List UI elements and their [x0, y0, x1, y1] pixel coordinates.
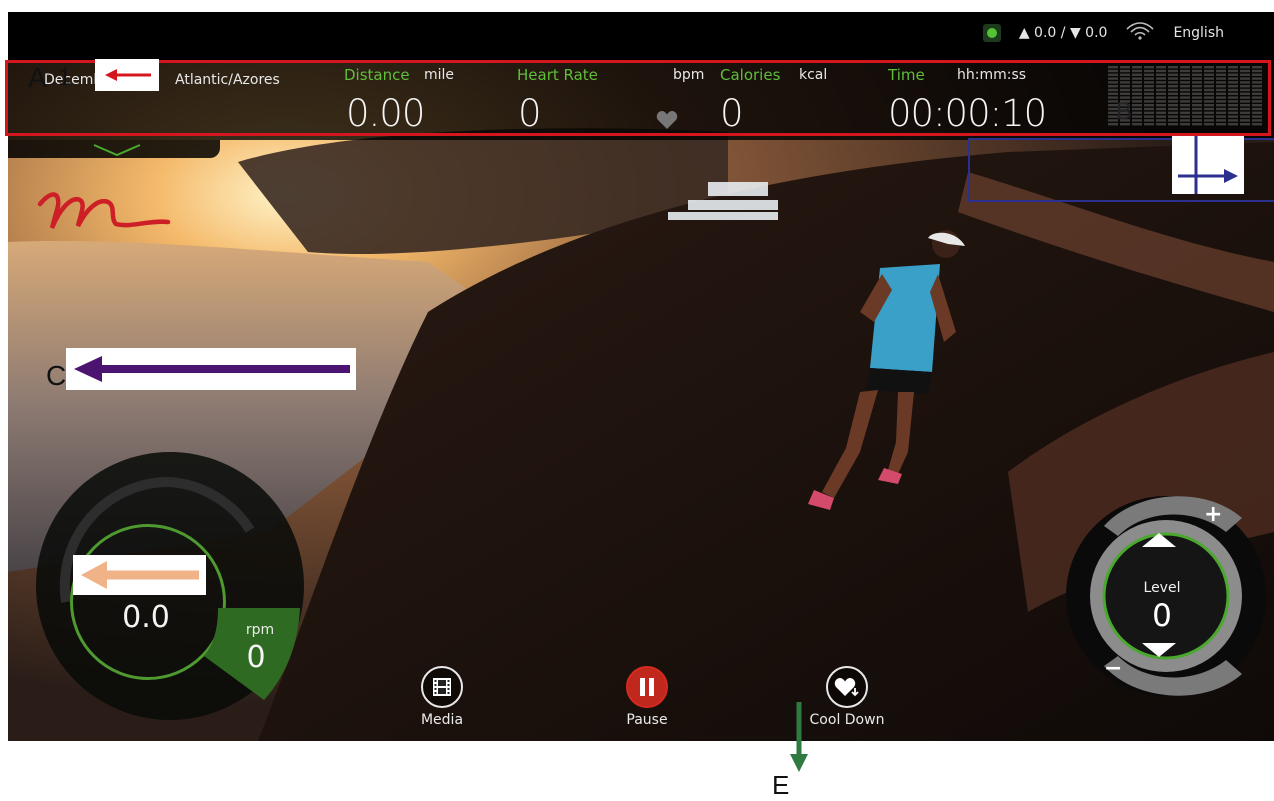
level-plus-button[interactable]: +	[1204, 502, 1222, 527]
logo-icon	[36, 182, 172, 236]
region-a-highlight	[5, 60, 1271, 136]
level-up-arrow-icon[interactable]	[1142, 532, 1176, 551]
level-down-arrow-icon[interactable]	[1142, 642, 1176, 661]
heart-arrow-icon	[826, 666, 868, 708]
arrow-right-icon	[1178, 136, 1238, 194]
cool-down-label: Cool Down	[809, 712, 885, 728]
pause-button[interactable]: Pause	[602, 666, 692, 728]
wifi-icon[interactable]	[1125, 22, 1155, 44]
callout-a-number: 1	[58, 64, 72, 91]
level-dial	[1066, 496, 1266, 696]
arrow-left-icon	[81, 561, 199, 589]
level-label: Level	[1143, 580, 1181, 596]
status-bar: ▲ 0.0 / ▼ 0.0 English	[8, 12, 1274, 60]
callout-c-arrow-box	[66, 348, 356, 390]
level-value: 0	[1152, 598, 1172, 634]
cool-down-button[interactable]: Cool Down	[802, 666, 892, 728]
callout-e-arrow	[790, 702, 808, 772]
callout-b-arrow-box	[1172, 136, 1244, 194]
callout-c: C	[46, 360, 67, 391]
language-selector[interactable]: English	[1173, 25, 1224, 41]
rpm-value: 0	[246, 640, 266, 675]
pause-icon	[626, 666, 668, 708]
chevron-down-icon[interactable]	[92, 142, 142, 161]
media-label: Media	[420, 712, 464, 728]
arrow-left-icon	[105, 69, 151, 81]
media-button[interactable]: Media	[397, 666, 487, 728]
level-minus-button[interactable]: −	[1104, 656, 1122, 681]
rpm-label: rpm	[245, 622, 275, 638]
callout-a: A	[28, 62, 47, 93]
speed-value: 0.0	[122, 600, 170, 635]
callout-b: B	[1116, 98, 1133, 125]
pause-label: Pause	[626, 712, 668, 728]
connection-indicator-icon	[982, 24, 1001, 42]
callout-a-arrow-box	[95, 59, 159, 91]
network-rate: ▲ 0.0 / ▼ 0.0	[1018, 25, 1108, 41]
callout-d-arrow-box	[73, 555, 206, 595]
arrow-left-icon	[74, 356, 350, 382]
film-icon	[421, 666, 463, 708]
callout-e: E	[772, 770, 790, 800]
